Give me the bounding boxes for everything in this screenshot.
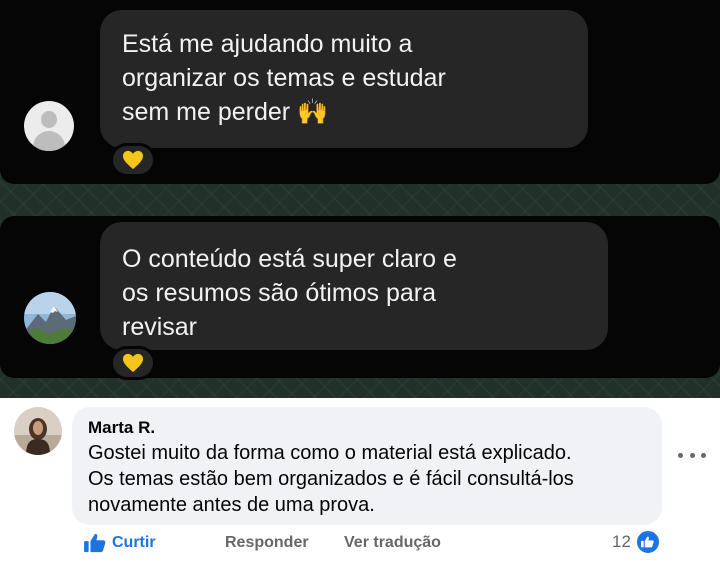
message-bubble-1[interactable]: Está me ajudando muito a organizar os te… — [100, 10, 588, 148]
like-badge-icon — [634, 529, 661, 555]
avatar-head-icon — [41, 111, 57, 128]
mountain-photo-icon — [24, 292, 76, 344]
like-label: Curtir — [112, 534, 156, 551]
more-options-icon[interactable] — [678, 448, 706, 462]
mountain-avatar[interactable] — [24, 292, 76, 344]
comment-text: Gostei muito da forma como o material es… — [88, 440, 662, 518]
like-count[interactable]: 12 — [612, 529, 661, 555]
yellow-heart-icon — [123, 353, 143, 373]
default-avatar[interactable] — [24, 101, 74, 151]
thumbs-up-small-icon — [641, 536, 655, 548]
message-line: Está me ajudando muito a — [122, 30, 413, 58]
see-translation-button[interactable]: Ver tradução — [344, 532, 441, 554]
message-line: O conteúdo está super claro e — [122, 245, 457, 273]
message-line: organizar os temas e estudar — [122, 64, 446, 92]
comment-line: Os temas estão bem organizados e é fácil… — [88, 468, 574, 490]
yellow-heart-icon — [123, 150, 143, 170]
like-button[interactable]: Curtir — [84, 532, 156, 554]
comment-bubble: Marta R. Gostei muito da forma como o ma… — [72, 407, 662, 525]
commenter-avatar[interactable] — [14, 407, 62, 455]
thumbs-up-icon — [84, 533, 106, 553]
message-line: revisar — [122, 313, 198, 341]
comment-actions: Curtir Responder Ver tradução 12 — [84, 529, 704, 556]
message-line: sem me perder 🙌 — [122, 98, 329, 126]
avatar-body-icon — [33, 131, 65, 151]
reply-button[interactable]: Responder — [225, 532, 309, 554]
person-photo-icon — [14, 407, 62, 455]
facebook-comment: Marta R. Gostei muito da forma como o ma… — [0, 398, 720, 568]
heart-reaction[interactable] — [110, 346, 156, 380]
like-count-value: 12 — [612, 532, 631, 551]
comment-line: novamente antes de uma prova. — [88, 494, 375, 516]
message-line: os resumos são ótimos para — [122, 279, 437, 307]
comment-line: Gostei muito da forma como o material es… — [88, 442, 572, 464]
commenter-name[interactable]: Marta R. — [88, 417, 662, 439]
message-bubble-2[interactable]: O conteúdo está super claro e os resumos… — [100, 222, 608, 350]
heart-reaction[interactable] — [110, 143, 156, 177]
